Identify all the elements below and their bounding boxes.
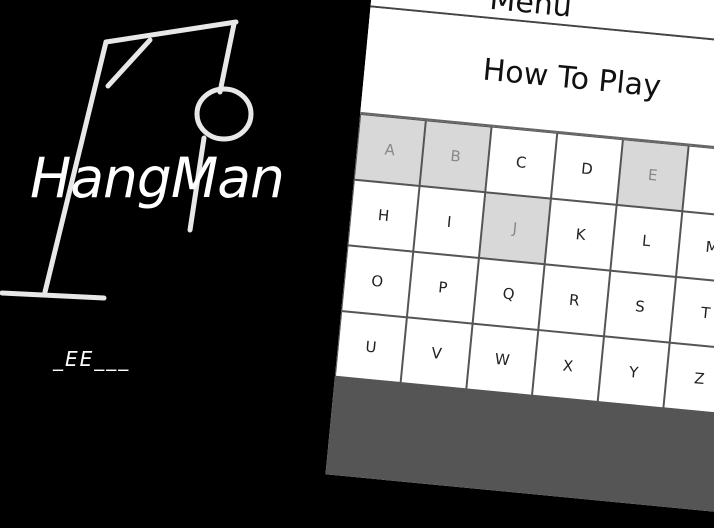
letter-keyboard: ABCDEF HIJKLM OPQRST UVWXYZ xyxy=(325,113,714,528)
word-display: _EE___ xyxy=(53,347,131,371)
key-w[interactable]: W xyxy=(467,324,538,395)
gallows-brace xyxy=(105,37,153,89)
gallows-base xyxy=(0,290,107,301)
key-j[interactable]: J xyxy=(480,193,550,264)
key-b[interactable]: B xyxy=(420,121,491,192)
game-title: HangMan xyxy=(30,146,285,210)
key-i[interactable]: I xyxy=(414,187,485,257)
key-z[interactable]: Z xyxy=(664,343,714,414)
key-o[interactable]: O xyxy=(342,246,413,317)
gallows-rope xyxy=(217,21,237,95)
gallows-beam xyxy=(103,19,239,45)
key-l[interactable]: L xyxy=(611,205,682,276)
how-to-play-label: How To Play xyxy=(481,52,663,105)
key-s[interactable]: S xyxy=(605,271,675,342)
key-a[interactable]: A xyxy=(354,114,425,185)
key-e[interactable]: E xyxy=(617,140,688,211)
key-r[interactable]: R xyxy=(539,265,610,336)
key-v[interactable]: V xyxy=(401,318,472,389)
key-f[interactable]: F xyxy=(683,146,714,217)
menu-panel: Menu How To Play ABCDEFHIJKLMOPQRSTUVWXY… xyxy=(325,0,714,528)
key-p[interactable]: P xyxy=(407,252,478,323)
key-d[interactable]: D xyxy=(552,133,622,204)
key-y[interactable]: Y xyxy=(598,337,669,408)
key-h[interactable]: H xyxy=(348,180,419,251)
hangman-head xyxy=(194,86,254,142)
key-q[interactable]: Q xyxy=(473,259,544,329)
key-x[interactable]: X xyxy=(533,331,603,401)
key-k[interactable]: K xyxy=(545,199,616,270)
key-u[interactable]: U xyxy=(335,312,406,382)
key-t[interactable]: T xyxy=(670,278,714,348)
key-m[interactable]: M xyxy=(677,212,714,283)
key-c[interactable]: C xyxy=(486,127,557,198)
